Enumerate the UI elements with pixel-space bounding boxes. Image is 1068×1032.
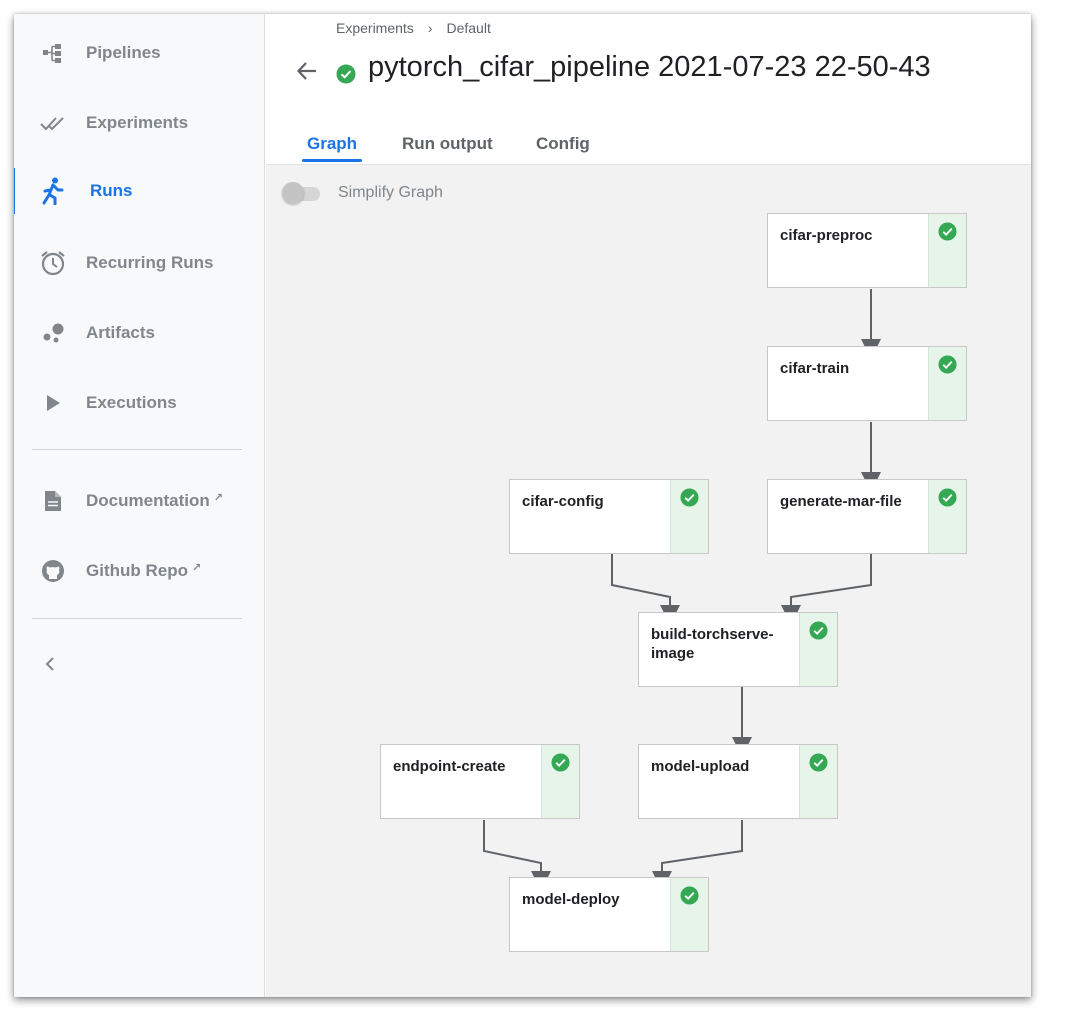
check-circle-icon <box>551 753 570 772</box>
run-status-icon <box>336 64 356 89</box>
node-status <box>670 480 708 553</box>
active-tab-indicator <box>302 159 362 162</box>
external-link-icon: ↗ <box>213 492 223 504</box>
graph-node-cifar-config[interactable]: cifar-config <box>509 479 709 554</box>
external-link-icon: ↗ <box>191 562 202 574</box>
sidebar-item-artifacts[interactable]: Artifacts <box>14 310 264 356</box>
graph-node-endpoint-create[interactable]: endpoint-create <box>380 744 580 819</box>
chevron-left-icon <box>45 657 54 671</box>
graph-node-model-deploy[interactable]: model-deploy <box>509 877 709 952</box>
sidebar-item-runs[interactable]: Runs <box>14 168 264 214</box>
node-label: model-upload <box>651 758 750 775</box>
edge <box>611 554 680 625</box>
app-window: Pipelines Experiments Runs Recurring Run… <box>14 14 1031 997</box>
sidebar-link-label: Documentation <box>86 491 210 510</box>
node-status <box>928 214 966 287</box>
breadcrumb-separator: › <box>427 20 433 36</box>
edge <box>652 820 743 891</box>
sidebar-link-documentation[interactable]: Documentation ↗ <box>14 478 264 524</box>
node-status <box>928 347 966 420</box>
artifacts-icon <box>38 318 68 348</box>
edge <box>483 820 551 891</box>
arrow-back-icon <box>296 62 316 80</box>
sidebar-item-executions[interactable]: Executions <box>14 380 264 426</box>
sidebar-link-github[interactable]: Github Repo ↗ <box>14 548 264 594</box>
sidebar-divider <box>32 449 242 450</box>
sidebar-item-label: Pipelines <box>86 43 161 62</box>
node-status <box>928 480 966 553</box>
check-circle-icon <box>938 222 957 241</box>
sidebar-item-label: Artifacts <box>86 323 155 342</box>
node-label: cifar-train <box>780 360 850 377</box>
sidebar-item-experiments[interactable]: Experiments <box>14 100 264 146</box>
node-label: endpoint-create <box>393 758 506 775</box>
node-label: model-deploy <box>522 891 620 908</box>
sidebar-link-label: Github Repo <box>86 561 188 580</box>
sidebar-item-label: Executions <box>86 393 177 412</box>
sidebar-item-label: Experiments <box>86 113 189 132</box>
runs-icon <box>38 176 68 206</box>
pipelines-icon <box>38 38 68 68</box>
sidebar-divider <box>32 618 242 619</box>
tab-config[interactable]: Config <box>536 134 590 154</box>
graph-node-cifar-train[interactable]: cifar-train <box>767 346 967 421</box>
page-header: Experiments › Default pytorch_cifar_pipe… <box>266 14 1031 103</box>
check-circle-icon <box>680 488 699 507</box>
collapse-sidebar-button[interactable] <box>40 654 60 674</box>
breadcrumb-experiments[interactable]: Experiments <box>336 20 414 36</box>
node-status <box>541 745 579 818</box>
graph-edges <box>483 289 881 891</box>
sidebar-item-label: Runs <box>90 181 133 200</box>
alarm-clock-icon <box>38 248 68 278</box>
breadcrumb: Experiments › Default <box>336 20 491 36</box>
tab-bar: Graph Run output Config <box>266 102 1031 165</box>
back-button[interactable] <box>292 56 322 86</box>
check-circle-icon <box>938 355 957 374</box>
document-icon <box>38 486 68 516</box>
sidebar-item-label: Recurring Runs <box>86 253 214 272</box>
breadcrumb-default[interactable]: Default <box>446 20 490 36</box>
main-content: Experiments › Default pytorch_cifar_pipe… <box>266 14 1031 997</box>
experiments-icon <box>38 108 68 138</box>
github-icon <box>38 556 68 586</box>
check-circle-icon <box>809 621 828 640</box>
graph-node-model-upload[interactable]: model-upload <box>638 744 838 819</box>
tab-run-output[interactable]: Run output <box>402 134 493 154</box>
tab-graph[interactable]: Graph <box>307 134 357 154</box>
graph-node-cifar-preproc[interactable]: cifar-preproc <box>767 213 967 288</box>
node-label: cifar-config <box>522 493 604 510</box>
node-label: cifar-preproc <box>780 227 873 244</box>
node-label: build-torchserve-image <box>651 626 774 662</box>
graph-node-build-torchserve-image[interactable]: build-torchserve-image <box>638 612 838 687</box>
node-label: generate-mar-file <box>780 493 902 510</box>
edge <box>781 554 872 625</box>
graph-canvas: Simplify Graph cifar-preproc cifar-train… <box>266 165 1031 997</box>
graph-node-generate-mar-file[interactable]: generate-mar-file <box>767 479 967 554</box>
play-icon <box>38 388 68 418</box>
node-status <box>799 745 837 818</box>
page-title: pytorch_cifar_pipeline 2021-07-23 22-50-… <box>368 51 931 83</box>
sidebar-item-recurring-runs[interactable]: Recurring Runs <box>14 240 264 286</box>
check-circle-icon <box>809 753 828 772</box>
check-circle-icon <box>938 488 957 507</box>
sidebar-item-pipelines[interactable]: Pipelines <box>14 30 264 76</box>
node-status <box>670 878 708 951</box>
sidebar: Pipelines Experiments Runs Recurring Run… <box>14 14 265 997</box>
node-status <box>799 613 837 686</box>
check-circle-icon <box>680 886 699 905</box>
